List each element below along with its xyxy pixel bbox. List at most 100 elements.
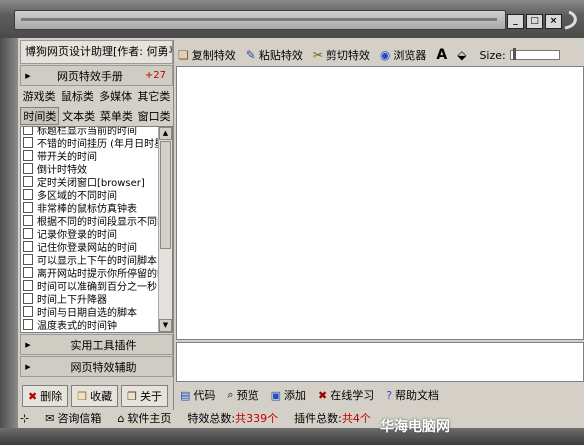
tab-help[interactable]: ? 帮助文档	[386, 387, 439, 403]
browser-button[interactable]: ◉ 浏览器	[380, 47, 426, 63]
list-scrollbar[interactable]: ▲ ▼	[158, 127, 172, 332]
code-editor[interactable]	[176, 66, 584, 340]
size-control: Size:	[479, 48, 560, 62]
list-item-label: 多区域的不同时间	[37, 191, 117, 202]
size-label: Size:	[479, 48, 506, 62]
add-icon: ▣	[270, 388, 281, 402]
effects-total-label: 特效总数:	[187, 412, 236, 425]
size-slider[interactable]	[509, 48, 560, 60]
browser-label: 浏览器	[393, 49, 427, 62]
left-frame	[0, 38, 18, 428]
category-row-2: 时间类 文本类 菜单类 窗口类	[20, 106, 173, 126]
plugins-total-label: 插件总数:	[294, 412, 342, 425]
category-tab-time[interactable]: 时间类	[20, 107, 60, 125]
list-item[interactable]: 离开网站时提示你所停留的时间	[21, 267, 159, 280]
category-tab-other[interactable]: 其它类	[135, 88, 172, 104]
close-icon[interactable]: ×	[545, 14, 562, 29]
cut-effect-button[interactable]: ✂ 剪切特效	[313, 47, 370, 63]
list-item[interactable]: 多区域的不同时间	[21, 189, 159, 202]
paste-icon: ✎	[245, 48, 256, 62]
list-item[interactable]: 时间上下升降器	[21, 293, 159, 306]
effects-list-items: 标题栏显示当前的时间不错的时间挂历 (年月日时星期) 带开关的时间倒计时特效定时关…	[21, 126, 159, 333]
list-item[interactable]: 不错的时间挂历 (年月日时星期)	[21, 137, 159, 150]
copy-effect-button[interactable]: ❏ 复制特效	[178, 47, 236, 63]
favorite-button[interactable]: ❐ 收藏	[71, 385, 119, 407]
paste-label: 粘贴特效	[258, 49, 303, 62]
document-icon	[23, 280, 33, 291]
list-item-label: 记录你登录的时间	[37, 230, 117, 241]
tab-online-learning[interactable]: ✖ 在线学习	[318, 387, 374, 403]
list-item[interactable]: 定时关闭窗口[browser]	[21, 176, 159, 189]
document-icon	[23, 137, 33, 148]
font-button[interactable]: A	[436, 47, 447, 63]
category-tab-menu[interactable]: 菜单类	[98, 108, 135, 124]
expand-arrow-icon: ▶	[25, 362, 31, 371]
minimize-icon[interactable]: _	[507, 14, 524, 29]
magnifier-icon: ⌕	[227, 388, 234, 401]
document-icon	[23, 332, 33, 333]
title-bar-groove	[14, 10, 506, 30]
list-item[interactable]: 温度表式的时间钟	[21, 319, 159, 332]
favorite-label: 收藏	[90, 390, 113, 403]
list-item[interactable]: 记录你登录的时间	[21, 228, 159, 241]
list-item-label: 标题栏显示当前的时间	[37, 126, 137, 137]
description-editor[interactable]	[176, 342, 584, 382]
list-item-label: 离开网站时提示你所停留的时间	[37, 269, 159, 280]
tab-preview[interactable]: ⌕ 预览	[227, 387, 258, 403]
about-button[interactable]: ❐ 关于	[121, 385, 168, 407]
category-tab-media[interactable]: 多媒体	[97, 88, 134, 104]
delete-button[interactable]: ✖ 删除	[22, 385, 69, 407]
category-row-1: 游戏类 鼠标类 多媒体 其它类	[20, 86, 173, 106]
document-icon	[23, 150, 33, 161]
list-item-label: 非常棒的鼠标仿真钟表	[37, 204, 137, 215]
list-item[interactable]: 记住你登录网站的时间	[21, 241, 159, 254]
document-icon	[23, 127, 33, 135]
list-item[interactable]: 根据不同的时间段显示不同的问候	[21, 215, 159, 228]
plugins-total-value: 共4个	[341, 412, 371, 425]
list-item[interactable]: 可以显示上下午的时间脚本	[21, 254, 159, 267]
corner-curl-icon	[564, 10, 577, 30]
list-item[interactable]: 标题栏显示当前的时间	[21, 126, 159, 137]
list-item[interactable]: 非常棒的鼠标仿真钟表	[21, 202, 159, 215]
scroll-up-icon[interactable]: ▲	[159, 127, 172, 140]
section-count: +27	[144, 70, 166, 81]
category-tab-games[interactable]: 游戏类	[21, 88, 58, 104]
font-icon: A	[436, 47, 448, 63]
section-label: 网页特效手册	[56, 69, 123, 83]
list-item[interactable]: 文本框中显示当前的时间	[21, 332, 159, 333]
home-link[interactable]: ⌂ 软件主页	[117, 410, 171, 426]
section-effects-manual[interactable]: ▶ 网页特效手册 +27	[20, 65, 173, 86]
paste-effect-button[interactable]: ✎ 粘贴特效	[246, 47, 303, 63]
online-icon: ✖	[317, 388, 328, 402]
app-title-label: 博狗网页设计助理[作者: 何勇平]	[20, 40, 173, 64]
effects-total: 特效总数: 共339个	[187, 410, 278, 426]
about-label: 关于	[139, 390, 162, 403]
list-item[interactable]: 时间可以准确到百分之一秒	[21, 280, 159, 293]
scroll-down-icon[interactable]: ▼	[159, 319, 172, 332]
list-item[interactable]: 时间与日期自选的脚本	[21, 306, 159, 319]
document-icon	[23, 267, 33, 278]
list-item-label: 时间上下升降器	[37, 295, 107, 306]
maximize-icon[interactable]: □	[526, 14, 543, 29]
list-item-label: 带开关的时间	[37, 152, 97, 163]
title-bar: _ □ ×	[0, 0, 584, 38]
list-item[interactable]: 倒计时特效	[21, 163, 159, 176]
tab-label: 帮助文档	[395, 389, 440, 402]
document-icon	[23, 254, 33, 265]
section-effects-helper[interactable]: ▶ 网页特效辅助	[20, 356, 173, 377]
category-tab-mouse[interactable]: 鼠标类	[59, 88, 96, 104]
list-item[interactable]: 带开关的时间	[21, 150, 159, 163]
scroll-thumb[interactable]	[160, 141, 171, 249]
sidebar: 博狗网页设计助理[作者: 何勇平] ▶ 网页特效手册 +27 游戏类 鼠标类 多…	[20, 40, 174, 410]
list-item-label: 时间可以准确到百分之一秒	[37, 282, 157, 293]
pin-icon[interactable]: ⊹	[20, 412, 29, 425]
color-fill-button[interactable]: ⬙	[457, 48, 469, 62]
mail-link[interactable]: ✉ 咨询信箱	[45, 410, 101, 426]
tab-add[interactable]: ▣ 添加	[271, 387, 306, 403]
document-icon	[23, 202, 33, 213]
delete-icon: ✖	[28, 389, 38, 403]
tab-code[interactable]: ▤ 代码	[180, 387, 215, 403]
section-tools-plugins[interactable]: ▶ 实用工具插件	[20, 334, 173, 355]
category-tab-text[interactable]: 文本类	[60, 108, 97, 124]
category-tab-window[interactable]: 窗口类	[136, 108, 173, 124]
